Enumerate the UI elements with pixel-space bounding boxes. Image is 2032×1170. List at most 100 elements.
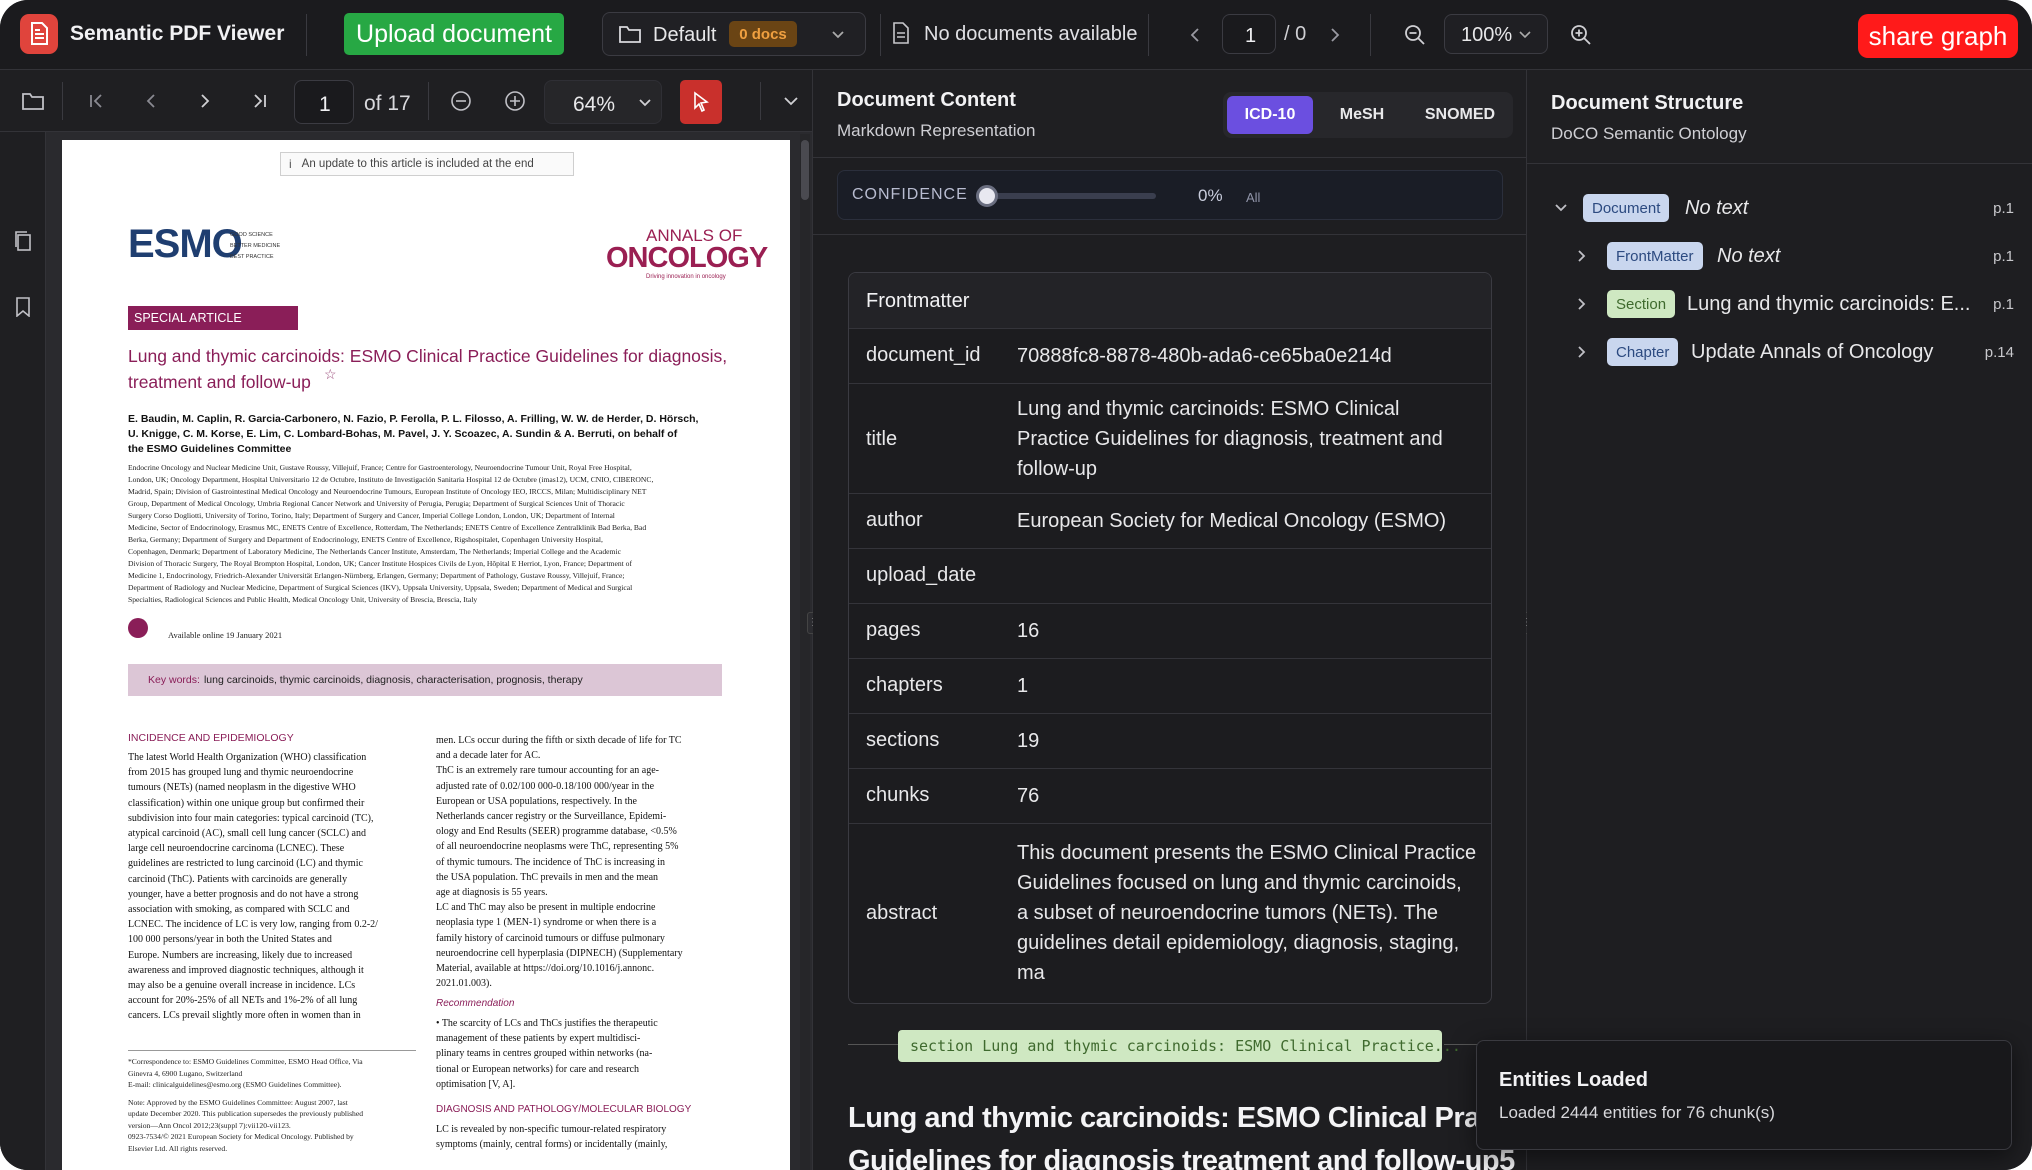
chevron-right-icon[interactable]	[1575, 248, 1589, 269]
zoom-out-button[interactable]	[1398, 18, 1432, 52]
first-page-icon	[90, 94, 102, 108]
update-notice-text: An update to this article is included at…	[301, 158, 534, 170]
pdf-zoom-select[interactable]: 64%	[544, 80, 662, 124]
recommendation-line: plinary teams in centres grouped within …	[436, 1048, 653, 1060]
confidence-slider-thumb[interactable]	[976, 185, 998, 207]
tree-node-chapter[interactable]: Chapter Update Annals of Oncology p.14	[1527, 332, 2032, 372]
article-type-banner: SPECIAL ARTICLE	[128, 306, 298, 330]
upload-document-button[interactable]: Upload document	[344, 13, 564, 55]
app-window: Semantic PDF Viewer Upload document Defa…	[0, 0, 2032, 1170]
pdf-side-rail	[0, 132, 46, 1170]
last-page-button[interactable]	[244, 86, 274, 116]
body-line: account for 20%-25% of all NETs and 1%-2…	[128, 995, 358, 1007]
section-tag-text: section Lung and thymic carcinoids: ESMO…	[910, 1037, 1461, 1055]
next-page-button[interactable]	[1320, 20, 1350, 50]
node-text: No text	[1685, 197, 1749, 219]
chevron-down-icon[interactable]	[1553, 200, 1569, 221]
recommendation-line: management of these patients by expert m…	[436, 1033, 641, 1045]
chevron-left-icon	[1190, 28, 1199, 42]
more-options-button[interactable]	[776, 86, 806, 116]
esmo-tagline-line: BEST PRACTICE	[230, 254, 274, 260]
pdf-page: i An update to this article is included …	[62, 140, 790, 1170]
row-value: 19	[1017, 730, 1040, 752]
content-heading: Lung and thymic carcinoids: ESMO Clinica…	[848, 1102, 1544, 1134]
affiliation-line: Group, Department of Medical Oncology, U…	[128, 499, 625, 508]
share-graph-button[interactable]: share graph	[1858, 14, 2018, 58]
pdf-scrollbar-thumb[interactable]	[801, 140, 809, 200]
tab-icd-10[interactable]: ICD-10	[1227, 96, 1313, 134]
pdf-prev-page-button[interactable]	[136, 86, 166, 116]
tab-snomed[interactable]: SNOMED	[1411, 96, 1509, 134]
row-value: 70888fc8-8878-480b-ada6-ce65ba0e214d	[1017, 345, 1392, 367]
keywords-text: lung carcinoids, thymic carcinoids, diag…	[203, 674, 583, 686]
affiliation-line: Department of Radiology and Nuclear Medi…	[128, 583, 633, 592]
body-line: family history of carcinoid tumours or d…	[436, 932, 665, 944]
confidence-filter: CONFIDENCE 0% All	[837, 170, 1503, 220]
node-page: p.14	[1984, 344, 2014, 361]
body-line: LC and ThC may also be present in multip…	[436, 902, 656, 914]
divider	[428, 82, 429, 120]
body-line: and a decade later for AC.	[436, 750, 541, 762]
confidence-scope: All	[1246, 190, 1261, 205]
bookmarks-button[interactable]	[8, 292, 38, 322]
section-tag[interactable]: section Lung and thymic carcinoids: ESMO…	[898, 1030, 1461, 1062]
body-line: younger, have a better prognosis and do …	[128, 888, 359, 900]
tab-mesh[interactable]: MeSH	[1319, 96, 1405, 134]
body-line: LCNEC. The incidence of LC is very low, …	[128, 919, 378, 931]
structure-panel-subtitle: DoCO Semantic Ontology	[1551, 124, 1747, 143]
app-logo-icon	[20, 14, 58, 54]
title-star-icon: ☆	[324, 366, 337, 382]
page-input-value: 1	[1245, 25, 1257, 47]
row-value: This document presents the ESMO Clinical…	[1017, 842, 1477, 984]
prev-page-button[interactable]	[1180, 20, 1210, 50]
zoom-out-icon	[1405, 25, 1425, 45]
body-column-left: The latest World Health Organization (WH…	[128, 750, 416, 1024]
body-line: men. LCs occur during the fifth or sixth…	[436, 735, 682, 746]
pdf-next-page-button[interactable]	[190, 86, 220, 116]
app-title: Semantic PDF Viewer	[70, 22, 285, 45]
collection-select[interactable]: Default 0 docs	[602, 12, 866, 56]
zoom-select[interactable]: 100%	[1444, 14, 1548, 54]
zoom-in-button[interactable]	[1564, 18, 1598, 52]
body-line: guidelines are restricted to lung carcin…	[128, 858, 363, 870]
pdf-page-input[interactable]: 1	[294, 80, 354, 124]
tree-node-document[interactable]: Document No text p.1	[1527, 188, 2032, 228]
section-divider	[813, 234, 1526, 235]
pdf-toolbar: 1 of 17 64%	[0, 70, 812, 132]
table-row: chapters 1	[849, 658, 1491, 713]
frontmatter-header: Frontmatter	[849, 273, 1491, 328]
node-type-badge: Document	[1583, 194, 1670, 222]
divider	[760, 82, 761, 120]
thumbnails-button[interactable]	[8, 226, 38, 256]
pdf-scrollbar[interactable]	[800, 134, 810, 1170]
recommendation-line: optimisation [V, A].	[436, 1078, 516, 1090]
page-input[interactable]: 1	[1222, 14, 1276, 54]
toast-title: Entities Loaded	[1499, 1069, 1648, 1091]
article-title: Lung and thymic carcinoids: ESMO Clinica…	[128, 346, 728, 366]
affiliation-line: Specialties, Radiological Sciences and P…	[128, 595, 478, 604]
open-file-button[interactable]	[18, 86, 48, 116]
tree-node-section[interactable]: Section Lung and thymic carcinoids: E...…	[1527, 284, 2032, 324]
ontology-tabs: ICD-10 MeSH SNOMED	[1223, 92, 1513, 138]
bookmark-icon	[16, 297, 30, 317]
row-key: upload_date	[866, 564, 977, 586]
chevron-down-icon	[784, 97, 798, 106]
pdf-zoom-out-button[interactable]	[446, 86, 476, 116]
node-type-badge: Chapter	[1607, 338, 1679, 366]
row-key: pages	[866, 619, 921, 641]
select-tool-button[interactable]	[680, 80, 722, 124]
node-page: p.1	[1993, 296, 2014, 313]
first-page-button[interactable]	[82, 86, 112, 116]
chevron-right-icon[interactable]	[1575, 296, 1589, 317]
chevron-right-icon[interactable]	[1575, 344, 1589, 365]
body-line: ThC is an extremely rare tumour accounti…	[436, 765, 659, 777]
confidence-slider-track[interactable]	[984, 193, 1156, 199]
content-heading: Guidelines for diagnosis treatment and f…	[848, 1145, 1515, 1170]
pdf-zoom-in-button[interactable]	[500, 86, 530, 116]
row-key: abstract	[866, 902, 938, 924]
tree-node-frontmatter[interactable]: FrontMatter No text p.1	[1527, 236, 2032, 276]
entities-loaded-toast[interactable]: Entities Loaded Loaded 2444 entities for…	[1476, 1040, 2012, 1150]
footnote-line: version—Ann Oncol 2012;23(suppl 7):vii12…	[128, 1120, 291, 1130]
collection-name: Default	[653, 24, 717, 46]
journal-name-big: ONCOLOGY	[606, 242, 768, 274]
